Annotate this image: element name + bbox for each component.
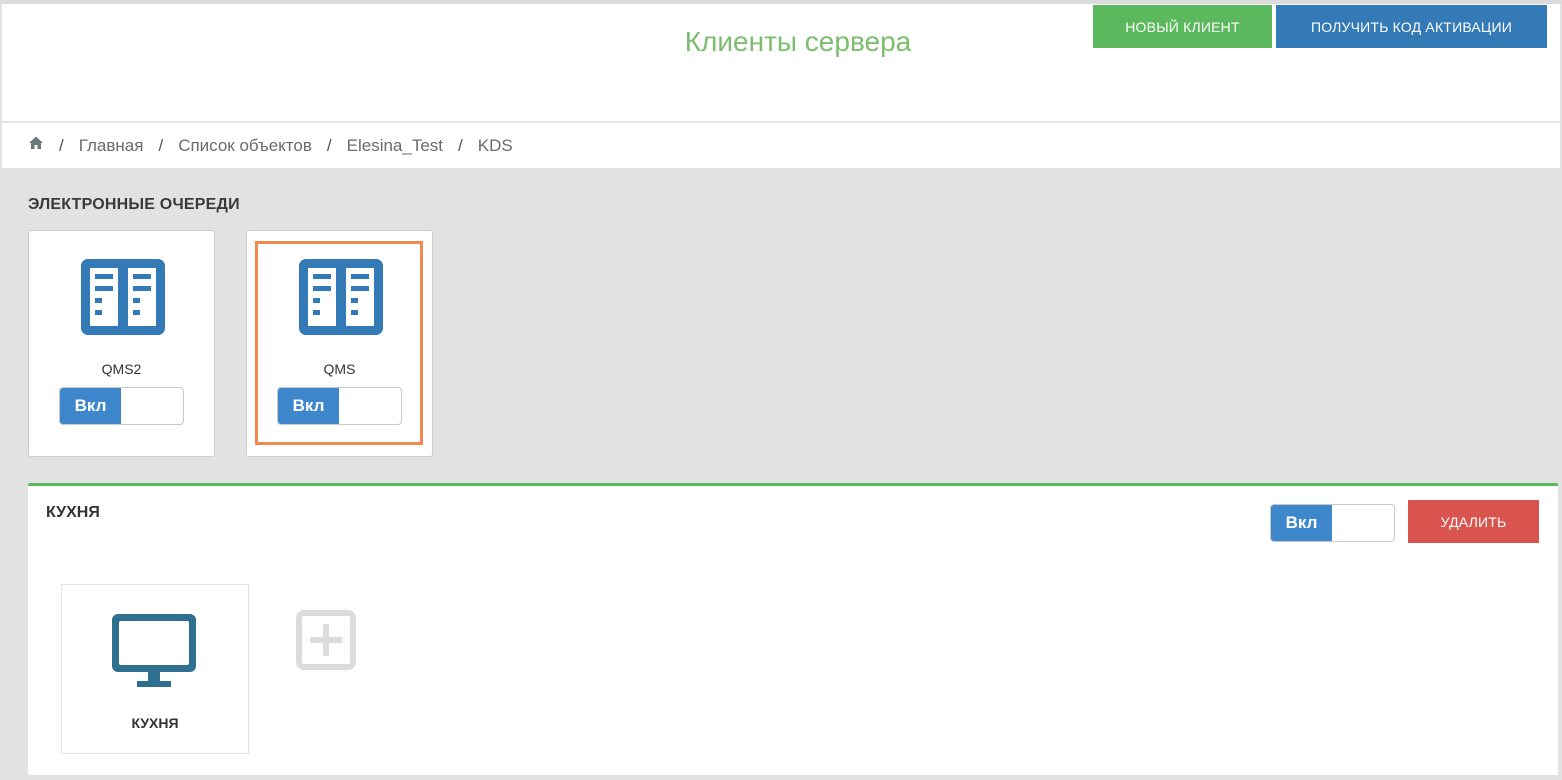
header: Клиенты сервера НОВЫЙ КЛИЕНТ ПОЛУЧИТЬ КО…: [2, 4, 1560, 122]
server-icon: [81, 259, 165, 335]
toggle-on-label: Вкл: [60, 388, 121, 424]
get-activation-code-button[interactable]: ПОЛУЧИТЬ КОД АКТИВАЦИИ: [1276, 5, 1547, 48]
breadcrumb-item-objects[interactable]: Список объектов: [178, 136, 312, 156]
new-client-button[interactable]: НОВЫЙ КЛИЕНТ: [1093, 5, 1272, 48]
queue-card-qms2[interactable]: QMS2 Вкл: [28, 230, 215, 457]
breadcrumb-item-kds: KDS: [477, 135, 513, 155]
monitor-icon: [112, 614, 196, 687]
toggle-on-label: Вкл: [1271, 505, 1332, 541]
delete-button[interactable]: УДАЛИТЬ: [1408, 500, 1539, 543]
add-icon[interactable]: [296, 610, 356, 670]
kitchen-toggle[interactable]: Вкл: [1270, 504, 1395, 542]
queue-card-label: QMS2: [101, 361, 142, 377]
breadcrumb-item-home[interactable]: Главная: [79, 136, 144, 156]
kitchen-panel-title: КУХНЯ: [46, 504, 100, 521]
breadcrumb-separator: /: [158, 135, 164, 155]
device-card-kitchen[interactable]: КУХНЯ: [61, 584, 249, 754]
queue-card-qms[interactable]: QMS Вкл: [246, 230, 433, 457]
device-label: КУХНЯ: [131, 715, 179, 731]
breadcrumb: / Главная / Список объектов / Elesina_Te…: [2, 123, 1560, 168]
breadcrumb-separator: /: [59, 135, 64, 155]
queues-section-title: ЭЛЕКТРОННЫЕ ОЧЕРЕДИ: [28, 196, 240, 213]
breadcrumb-item-elesina-test[interactable]: Elesina_Test: [347, 136, 443, 156]
breadcrumb-separator: /: [458, 135, 463, 155]
selection-highlight: [255, 241, 423, 445]
home-icon[interactable]: [28, 135, 44, 156]
breadcrumb-separator: /: [326, 135, 332, 155]
kitchen-panel: КУХНЯ Вкл УДАЛИТЬ КУХНЯ: [28, 483, 1558, 775]
queue-toggle[interactable]: Вкл: [59, 387, 184, 425]
